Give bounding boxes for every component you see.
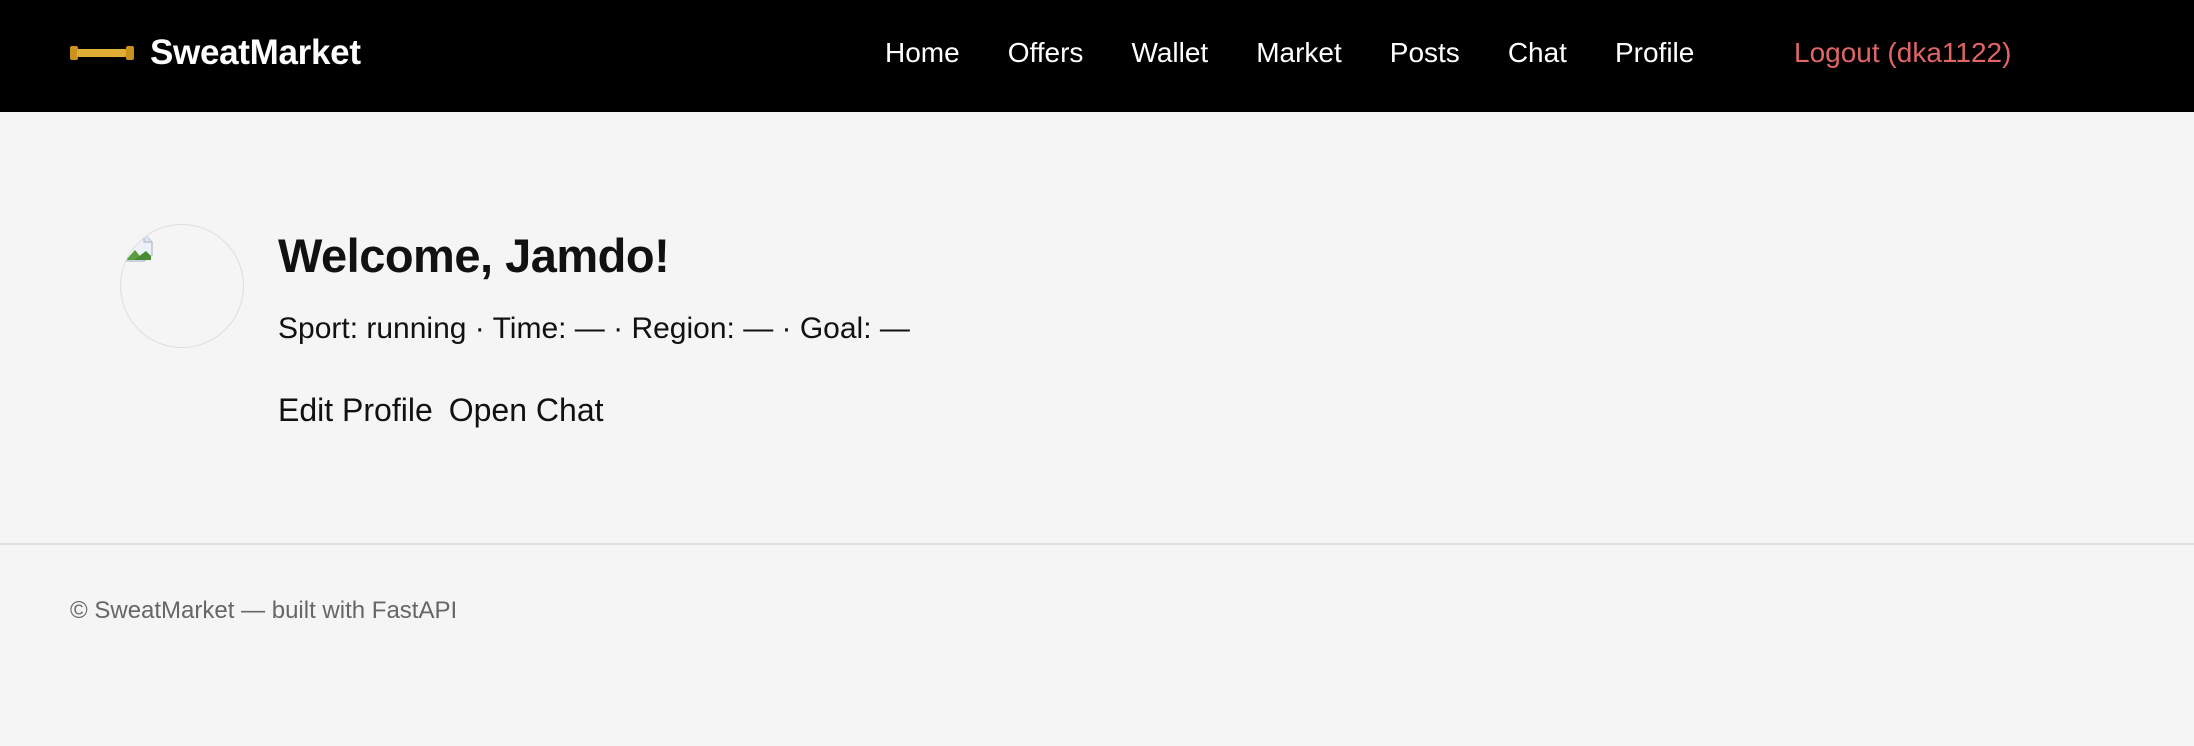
main-nav: Home Offers Wallet Market Posts Chat Pro… — [885, 30, 1694, 76]
nav-market[interactable]: Market — [1256, 37, 1342, 69]
profile-meta: Sport: running · Time: — · Region: — · G… — [278, 312, 910, 345]
welcome-heading: Welcome, Jamdo! — [278, 229, 670, 282]
logout-link[interactable]: Logout (dka1122) — [1794, 30, 2011, 76]
open-chat-link[interactable]: Open Chat — [449, 390, 604, 430]
brand-link[interactable]: SweatMarket — [70, 28, 361, 78]
dumbbell-icon — [70, 46, 134, 60]
nav-offers[interactable]: Offers — [1008, 37, 1084, 69]
top-navbar: SweatMarket Home Offers Wallet Market Po… — [0, 0, 2194, 112]
footer-divider — [0, 543, 2194, 545]
avatar — [120, 224, 244, 348]
nav-profile[interactable]: Profile — [1615, 37, 1694, 69]
nav-wallet[interactable]: Wallet — [1131, 37, 1208, 69]
nav-posts[interactable]: Posts — [1390, 37, 1460, 69]
footer-text: © SweatMarket — built with FastAPI — [70, 597, 458, 624]
broken-image-icon — [124, 233, 153, 262]
profile-actions: Edit Profile Open Chat — [278, 390, 604, 430]
edit-profile-link[interactable]: Edit Profile — [278, 390, 433, 430]
nav-home[interactable]: Home — [885, 37, 960, 69]
brand-name: SweatMarket — [150, 33, 361, 72]
nav-chat[interactable]: Chat — [1508, 37, 1567, 69]
